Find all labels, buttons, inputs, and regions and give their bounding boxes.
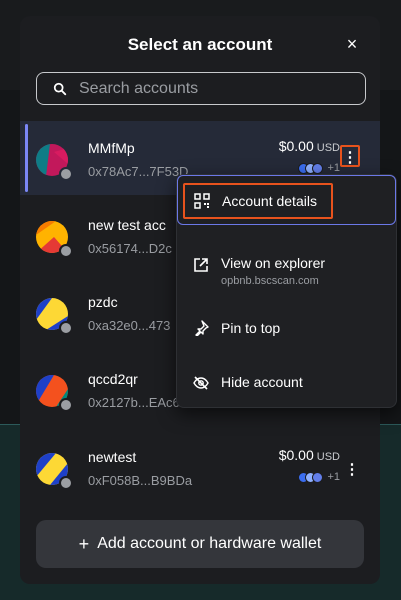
network-badge (59, 321, 73, 335)
account-address: 0xa32e0...473 (88, 318, 171, 333)
network-badge (59, 167, 73, 181)
account-name: qccd2qr (88, 371, 138, 387)
account-address: 0xF058B...B9BDa (88, 473, 193, 488)
token-chips: +1 (298, 471, 340, 483)
menu-item-pin-to-top[interactable]: Pin to top (177, 313, 396, 343)
more-options-icon[interactable]: ⋮ (340, 145, 360, 167)
menu-item-view-explorer[interactable]: View on explorer opbnb.bscscan.com (177, 243, 396, 291)
add-account-label: Add account or hardware wallet (97, 535, 322, 552)
account-name: pzdc (88, 294, 118, 310)
add-account-button[interactable]: + Add account or hardware wallet (36, 520, 364, 568)
network-badge (59, 476, 73, 490)
search-icon (53, 82, 67, 95)
token-chips: +1 (298, 162, 340, 174)
plus-icon: + (78, 533, 90, 554)
network-badge (59, 398, 73, 412)
account-name: newtest (88, 449, 137, 465)
pin-icon (193, 320, 209, 336)
account-balance: $0.00 USD (278, 138, 340, 154)
account-name: new test acc (88, 217, 166, 233)
modal-title: Select an account (127, 35, 273, 54)
menu-item-hide-account[interactable]: Hide account (177, 367, 396, 397)
menu-label: View on explorer (221, 255, 326, 271)
account-balance: $0.00 USD (278, 447, 340, 463)
menu-label: Pin to top (221, 320, 281, 336)
account-row-newtest[interactable]: newtest 0xF058B...B9BDa $0.00 USD +1 ⋮ (20, 430, 380, 504)
menu-item-account-details[interactable]: Account details (177, 175, 396, 225)
menu-label: Hide account (221, 374, 303, 390)
qr-code-icon (194, 193, 210, 209)
more-options-icon[interactable]: ⋮ (342, 459, 362, 481)
external-link-icon (193, 257, 209, 273)
search-input[interactable] (79, 79, 339, 98)
search-field[interactable] (36, 72, 366, 105)
account-address: 0x2127b...EAc65 (88, 395, 188, 410)
account-address: 0x78Ac7...7F53D (88, 164, 189, 179)
network-badge (59, 244, 73, 258)
account-options-menu: Account details View on explorer opbnb.b… (176, 174, 397, 408)
account-name: MMfMp (88, 140, 135, 156)
menu-label: Account details (222, 193, 317, 209)
eye-off-icon (193, 375, 209, 391)
account-address: 0x56174...D2c (88, 241, 172, 256)
explorer-domain: opbnb.bscscan.com (221, 275, 319, 287)
close-icon[interactable]: × (342, 34, 362, 54)
